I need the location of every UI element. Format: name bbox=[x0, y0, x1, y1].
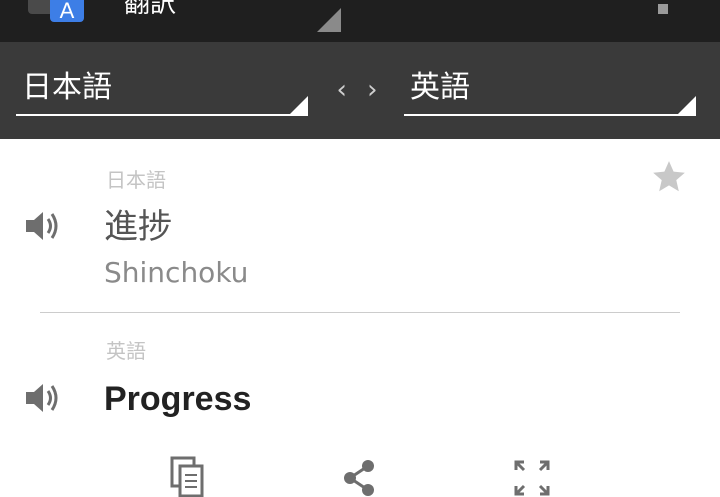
source-language-caption: 日本語 bbox=[106, 168, 166, 192]
action-bar: A 翻訳 bbox=[0, 0, 720, 42]
dropdown-corner-icon bbox=[317, 8, 341, 32]
star-icon[interactable] bbox=[650, 158, 688, 196]
target-language-label: 英語 bbox=[410, 70, 470, 105]
share-icon[interactable] bbox=[338, 456, 382, 497]
swap-languages-button[interactable]: ‹ › bbox=[330, 70, 390, 110]
overflow-menu-icon[interactable] bbox=[658, 4, 668, 14]
fullscreen-icon[interactable] bbox=[510, 456, 554, 497]
source-romanization: Shinchoku bbox=[104, 256, 249, 289]
language-bar: 日本語 ‹ › 英語 bbox=[0, 42, 720, 139]
target-language-select[interactable]: 英語 bbox=[404, 62, 696, 116]
app-title: 翻訳 bbox=[124, 0, 177, 19]
dropdown-corner-icon bbox=[290, 96, 308, 114]
translate-app-icon[interactable]: A bbox=[28, 0, 86, 24]
divider bbox=[40, 312, 680, 313]
speaker-icon[interactable] bbox=[24, 206, 64, 246]
target-language-caption: 英語 bbox=[106, 339, 146, 363]
speaker-icon[interactable] bbox=[24, 378, 64, 418]
source-text: 進捗 bbox=[104, 207, 172, 247]
copy-icon[interactable] bbox=[168, 456, 212, 497]
source-language-label: 日本語 bbox=[22, 70, 112, 105]
svg-text:A: A bbox=[60, 0, 75, 23]
source-language-select[interactable]: 日本語 bbox=[16, 62, 308, 116]
dropdown-corner-icon bbox=[678, 96, 696, 114]
translation-text: Progress bbox=[104, 380, 252, 418]
